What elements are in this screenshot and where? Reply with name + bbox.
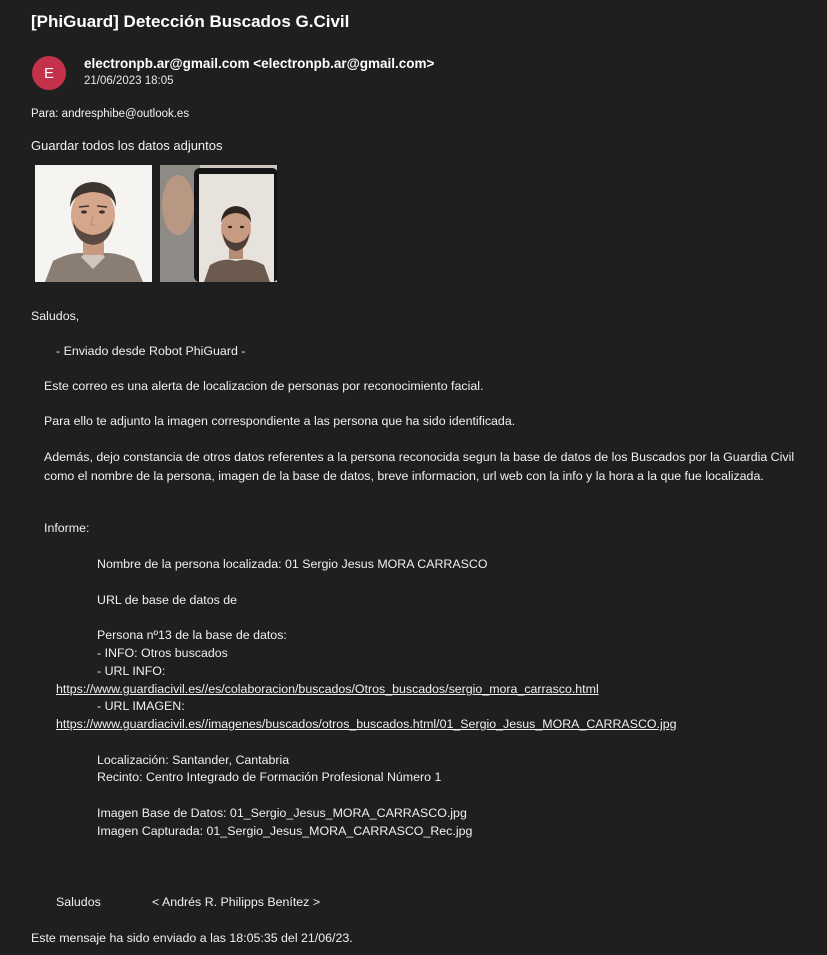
attachment-thumbnail-captured[interactable] bbox=[160, 165, 277, 282]
greeting: Saludos, bbox=[31, 309, 80, 323]
url-info-label: - URL INFO: bbox=[97, 664, 166, 678]
url-info-link[interactable]: https://www.guardiacivil.es//es/colabora… bbox=[56, 682, 599, 696]
person-number-line: Persona nº13 de la base de datos: bbox=[97, 628, 287, 642]
url-imagen-link[interactable]: https://www.guardiacivil.es//imagenes/bu… bbox=[56, 717, 677, 731]
paragraph-details-line1: Además, dejo constancia de otros datos r… bbox=[44, 450, 795, 464]
recipient-line: Para: andresphibe@outlook.es bbox=[31, 108, 190, 120]
person-photo-icon bbox=[160, 165, 277, 282]
database-image-line: Imagen Base de Datos: 01_Sergio_Jesus_MO… bbox=[97, 806, 467, 820]
venue-line: Recinto: Centro Integrado de Formación P… bbox=[97, 770, 442, 784]
captured-image-line: Imagen Capturada: 01_Sergio_Jesus_MORA_C… bbox=[97, 824, 473, 838]
informe-label: Informe: bbox=[44, 521, 90, 535]
location-line: Localización: Santander, Cantabria bbox=[97, 753, 290, 767]
sender-address[interactable]: electronpb.ar@gmail.com <electronpb.ar@g… bbox=[84, 56, 434, 71]
email-date: 21/06/2023 18:05 bbox=[84, 75, 174, 87]
url-imagen-label: - URL IMAGEN: bbox=[97, 699, 185, 713]
person-photo-icon bbox=[35, 165, 152, 282]
save-all-attachments-link[interactable]: Guardar todos los datos adjuntos bbox=[31, 138, 223, 153]
signature-name: < Andrés R. Philipps Benítez > bbox=[152, 895, 321, 909]
paragraph-alert: Este correo es una alerta de localizacio… bbox=[44, 379, 484, 393]
sent-timestamp-footer: Este mensaje ha sido enviado a las 18:05… bbox=[31, 931, 353, 945]
sender-avatar[interactable]: E bbox=[32, 56, 66, 90]
signature-greeting: Saludos bbox=[56, 895, 101, 909]
paragraph-details-line2: como el nombre de la persona, imagen de … bbox=[44, 469, 764, 483]
attachment-thumbnail-database[interactable] bbox=[35, 165, 152, 282]
paragraph-attachment: Para ello te adjunto la imagen correspon… bbox=[44, 414, 516, 428]
email-subject: [PhiGuard] Detección Buscados G.Civil bbox=[31, 12, 350, 31]
info-line: - INFO: Otros buscados bbox=[97, 646, 228, 660]
sent-from-line: - Enviado desde Robot PhiGuard - bbox=[56, 344, 246, 358]
person-name-line: Nombre de la persona localizada: 01 Serg… bbox=[97, 557, 488, 571]
database-url-label: URL de base de datos de bbox=[97, 593, 238, 607]
